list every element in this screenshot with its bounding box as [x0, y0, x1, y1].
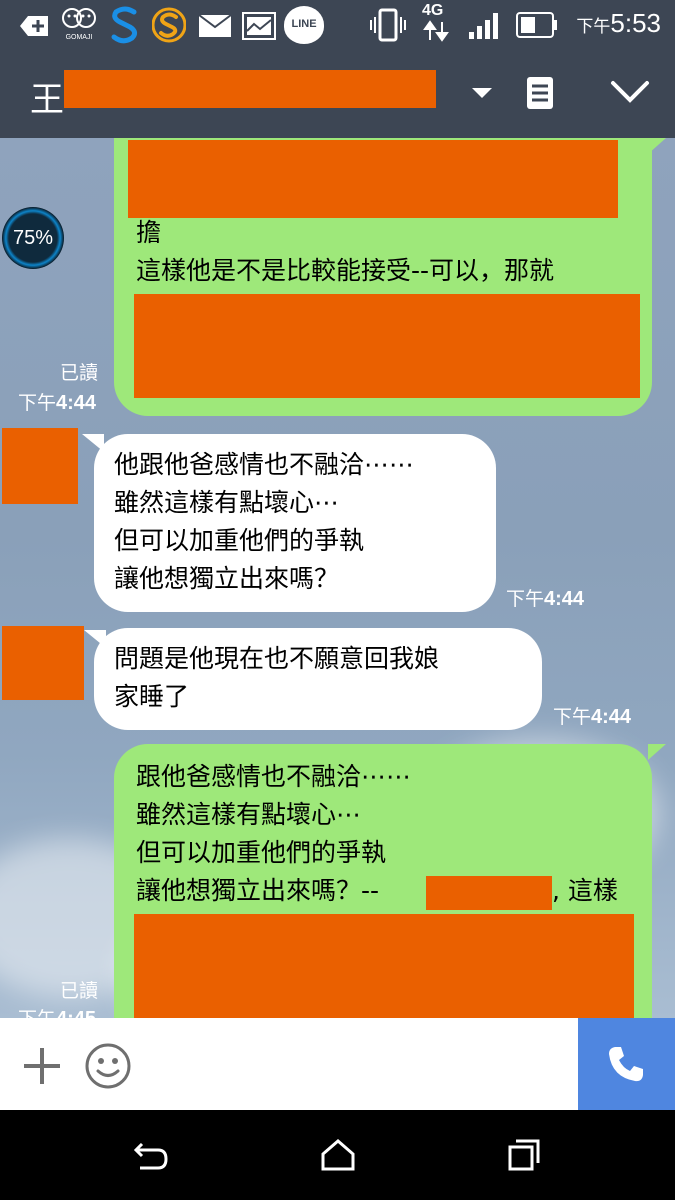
phone-icon [609, 1047, 643, 1082]
read-receipt: 已讀 [60, 980, 99, 1002]
notes-icon[interactable] [526, 76, 554, 110]
system-nav-bar [0, 1110, 675, 1200]
timestamp-prefix: 下午 [18, 1008, 56, 1018]
back-icon[interactable] [132, 1140, 170, 1172]
bubble-tail [648, 744, 666, 760]
network-label: 4G [422, 2, 444, 19]
timestamp: 下午4:44 [18, 388, 96, 415]
recent-apps-icon[interactable] [506, 1138, 542, 1172]
message-line: 但可以加重他們的爭執 [136, 838, 387, 867]
network-4g-icon: 4G [422, 2, 454, 46]
s-orange-icon [152, 7, 186, 43]
message-line: 擔 [136, 218, 162, 247]
call-button[interactable] [578, 1018, 675, 1110]
message-bubble-incoming[interactable]: 問題是他現在也不願意回我娘 家睡了 [94, 628, 542, 730]
message-text: 擔 這樣他是不是比較能接受--可以，那就 [136, 214, 554, 290]
status-bar: GOMAJI LINE 4G 下午5:53 [0, 0, 675, 50]
message-tail-text: , 這樣 [552, 876, 618, 905]
timestamp-prefix: 下午 [506, 588, 545, 610]
clock: 下午5:53 [576, 8, 661, 39]
message-line: 雖然這樣有點壞心⋯ [136, 800, 362, 829]
message-line: 雖然這樣有點壞心⋯ [114, 488, 340, 517]
message-bubble-incoming[interactable]: 他跟他爸感情也不融洽⋯⋯ 雖然這樣有點壞心⋯ 但可以加重他們的爭執 讓他想獨立出… [94, 434, 496, 612]
chat-title[interactable]: 王 [30, 72, 64, 121]
timestamp-prefix: 下午 [18, 392, 57, 414]
timestamp-time: 4:45 [56, 1008, 96, 1018]
clock-time: 5:53 [610, 8, 661, 38]
input-bar [0, 1018, 675, 1110]
message-line: 問題是他現在也不願意回我娘 [114, 644, 440, 673]
message-line: 讓他想獨立出來嗎？-- [136, 876, 380, 905]
message-text: 跟他爸感情也不融洽⋯⋯ 雖然這樣有點壞心⋯ 但可以加重他們的爭執 讓他想獨立出來… [136, 758, 411, 910]
image-icon [242, 12, 276, 40]
redacted-block [128, 140, 618, 218]
s-blue-icon [111, 6, 138, 44]
collapse-chevron-icon[interactable] [610, 80, 650, 104]
timestamp: 下午4:44 [506, 584, 584, 611]
read-receipt: 已讀 [60, 362, 99, 384]
chat-header: 王 [0, 50, 675, 138]
message-line: 但可以加重他們的爭執 [114, 526, 365, 555]
message-line: 家睡了 [114, 682, 190, 711]
redacted-block [426, 876, 552, 910]
avatar[interactable] [2, 626, 84, 700]
vibrate-icon [370, 8, 406, 42]
clock-prefix: 下午 [576, 17, 611, 36]
line-label: LINE [291, 18, 317, 30]
chat-area[interactable]: 擔 這樣他是不是比較能接受--可以，那就 已讀 下午4:44 75% 他跟他爸感… [0, 138, 675, 1018]
message-text: 問題是他現在也不願意回我娘 家睡了 [114, 640, 439, 716]
timestamp-time: 4:44 [56, 392, 97, 414]
message-line: 跟他爸感情也不融洽⋯⋯ [136, 762, 412, 791]
home-icon[interactable] [320, 1138, 356, 1172]
line-icon: LINE [284, 6, 324, 44]
add-icon [20, 16, 48, 36]
timestamp-time: 4:44 [544, 588, 585, 610]
timestamp: 下午4:44 [553, 702, 631, 729]
message-text: 他跟他爸感情也不融洽⋯⋯ 雖然這樣有點壞心⋯ 但可以加重他們的爭執 讓他想獨立出… [114, 446, 414, 598]
signal-icon [469, 13, 498, 39]
dropdown-arrow-icon[interactable] [470, 86, 494, 100]
message-line: 他跟他爸感情也不融洽⋯⋯ [114, 450, 415, 479]
mail-icon [198, 14, 232, 37]
redacted-block [134, 914, 634, 1018]
message-line: 讓他想獨立出來嗎？ [114, 564, 340, 593]
battery-icon [516, 12, 557, 38]
floating-progress-badge[interactable]: 75% [2, 207, 64, 269]
avatar[interactable] [2, 428, 78, 504]
gomaji-icon: GOMAJI [60, 6, 98, 42]
message-line: 這樣他是不是比較能接受--可以，那就 [136, 256, 555, 285]
timestamp-prefix: 下午 [553, 706, 592, 728]
redacted-title [64, 70, 436, 108]
bubble-tail [648, 138, 666, 154]
redacted-block [134, 294, 640, 398]
timestamp-time: 4:44 [591, 706, 632, 728]
emoji-icon[interactable] [84, 1042, 132, 1090]
gomaji-label: GOMAJI [65, 34, 93, 41]
plus-icon[interactable] [22, 1046, 62, 1086]
timestamp: 下午4:45 [18, 1004, 96, 1018]
